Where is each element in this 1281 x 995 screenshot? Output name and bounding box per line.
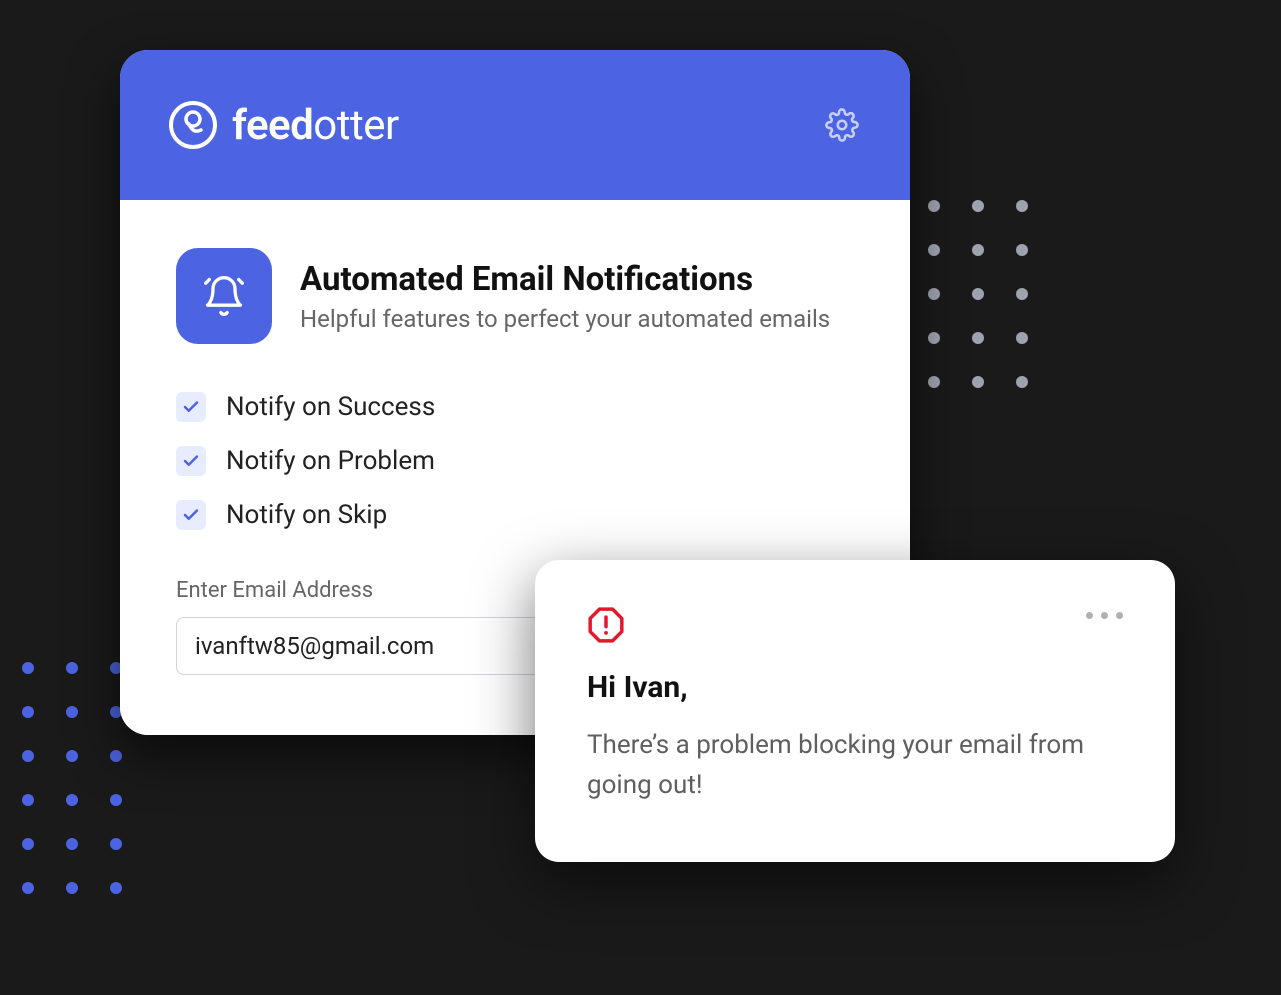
notification-message: There’s a problem blocking your email fr…: [587, 725, 1123, 806]
decorative-dots-gray: [928, 200, 1028, 388]
checkbox-list: Notify on Success Notify on Problem Noti…: [176, 392, 854, 530]
brand-logo: feedotter: [168, 100, 399, 150]
settings-button[interactable]: [822, 105, 862, 145]
section-subtitle: Helpful features to perfect your automat…: [300, 305, 830, 333]
brand-text: feedotter: [232, 101, 399, 150]
gear-icon: [825, 108, 859, 142]
checkbox-row-success: Notify on Success: [176, 392, 854, 422]
notification-greeting: Hi Ivan,: [587, 670, 1123, 705]
decorative-dots-blue: [22, 662, 122, 894]
email-input[interactable]: [176, 617, 576, 675]
more-button[interactable]: [1086, 606, 1123, 619]
checkbox-label: Notify on Problem: [226, 446, 435, 476]
card-header: feedotter: [120, 50, 910, 200]
checkbox-row-skip: Notify on Skip: [176, 500, 854, 530]
bell-icon: [202, 274, 246, 318]
check-icon: [182, 452, 200, 470]
alert-octagon-icon: [587, 606, 625, 648]
section-icon-tile: [176, 248, 272, 344]
checkbox-success[interactable]: [176, 392, 206, 422]
check-icon: [182, 398, 200, 416]
checkbox-row-problem: Notify on Problem: [176, 446, 854, 476]
checkbox-label: Notify on Success: [226, 392, 435, 422]
notification-card: Hi Ivan, There’s a problem blocking your…: [535, 560, 1175, 862]
checkbox-label: Notify on Skip: [226, 500, 387, 530]
section-header: Automated Email Notifications Helpful fe…: [176, 248, 854, 344]
check-icon: [182, 506, 200, 524]
checkbox-problem[interactable]: [176, 446, 206, 476]
checkbox-skip[interactable]: [176, 500, 206, 530]
brand-mark-icon: [168, 100, 218, 150]
section-title: Automated Email Notifications: [300, 260, 830, 299]
